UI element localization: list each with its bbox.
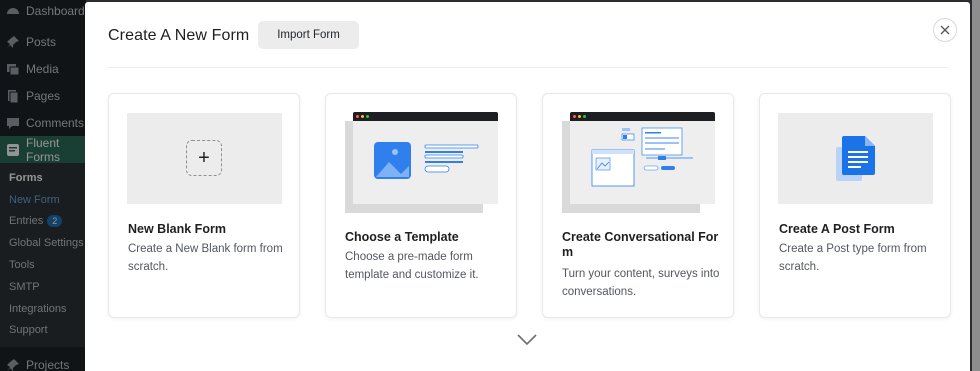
post-form-thumbnail [778,113,933,204]
card-title: Create A Post Form [779,222,895,236]
document-icon [836,136,875,181]
blank-form-thumbnail: + [127,113,282,204]
card-description: Turn your content, surveys into conversa… [562,268,720,298]
card-description: Create a New Blank form from scratch. [128,243,283,273]
close-button[interactable] [933,18,957,42]
conversational-thumbnail [570,112,715,204]
card-conversational-form[interactable]: Create Conversational For m Turn your co… [542,93,734,318]
card-title: New Blank Form [128,222,226,236]
plus-icon: + [186,140,222,176]
card-new-blank-form[interactable]: + New Blank Form Create a New Blank form… [108,93,300,318]
close-icon [940,25,950,35]
card-post-form[interactable]: Create A Post Form Create a Post type fo… [759,93,951,318]
import-form-button[interactable]: Import Form [258,21,359,49]
create-form-modal: Create A New Form Import Form + New Blan… [85,2,970,371]
card-description: Choose a pre-made form template and cust… [345,251,479,281]
modal-header: Create A New Form Import Form [107,2,948,68]
conversation-illustration-icon [591,127,693,187]
card-description: Create a Post type form from scratch. [779,243,927,273]
card-choose-template[interactable]: Choose a Template Choose a pre-made form… [325,93,517,318]
card-title: Create Conversational For m [562,230,719,259]
card-title: Choose a Template [345,230,459,244]
modal-title: Create A New Form [108,27,250,44]
chevron-down-icon[interactable] [517,334,537,346]
template-thumbnail [353,112,498,204]
image-icon [374,142,479,179]
